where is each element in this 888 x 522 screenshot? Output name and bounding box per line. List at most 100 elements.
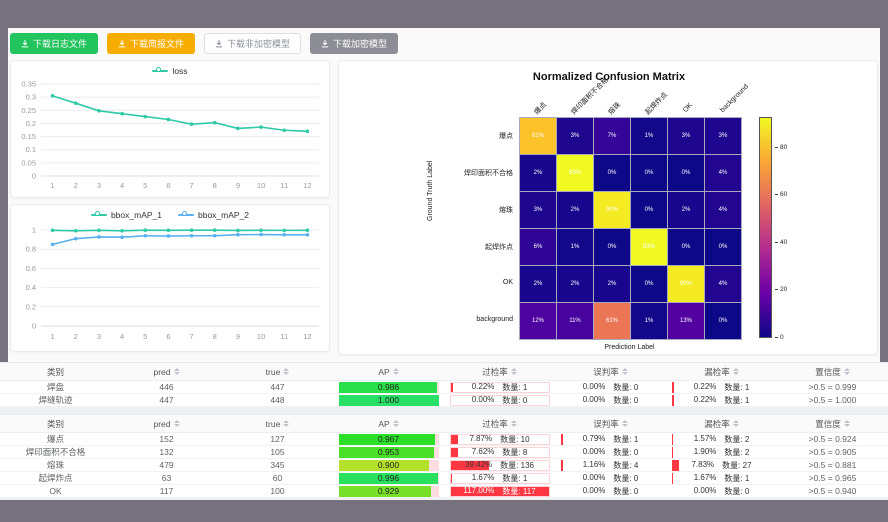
sort-icon[interactable] <box>733 368 739 375</box>
table-row: 爆点1521270.9677.87%数量: 100.79%数量: 11.57%数… <box>0 433 888 446</box>
sort-icon[interactable] <box>622 368 628 375</box>
sort-icon[interactable] <box>511 368 517 375</box>
ap-bar: 0.929 <box>339 486 439 497</box>
sort-icon[interactable] <box>174 368 180 375</box>
sort-icon[interactable] <box>733 420 739 427</box>
svg-text:0.4: 0.4 <box>26 283 36 292</box>
svg-text:3: 3 <box>97 332 101 341</box>
download-button-1[interactable]: 下载日志文件 <box>10 33 98 54</box>
column-header-label: AP <box>378 367 389 377</box>
legend-item-bbox_mAP_1[interactable]: bbox_mAP_1 <box>91 210 162 220</box>
slim-bar: 1.57%数量: 2 <box>672 434 772 445</box>
colorbar-tick: 40 <box>775 239 787 246</box>
download-button-2[interactable]: 下载简报文件 <box>107 33 195 54</box>
svg-text:1: 1 <box>32 226 36 235</box>
column-header-label: 过检率 <box>482 418 508 430</box>
ap-bar: 0.986 <box>339 382 439 393</box>
map-chart-card: bbox_mAP_1bbox_mAP_2 00.20.40.60.8112345… <box>10 204 330 352</box>
cm-y-tick-label: 焊印面积不合格 <box>435 168 513 178</box>
rate-percent: 7.87% <box>469 434 492 445</box>
cm-cell-OK-爆点: 2% <box>520 266 556 302</box>
cell-miss-rate: 0.00%数量: 0 <box>666 485 777 497</box>
sort-icon[interactable] <box>511 420 517 427</box>
cm-cell-background-background: 0% <box>705 303 741 339</box>
cm-cell-爆点-熔珠: 7% <box>594 118 630 154</box>
svg-text:7: 7 <box>189 332 193 341</box>
confusion-matrix[interactable]: 81%3%7%1%3%3%2%93%0%0%0%4%3%2%90%0%2%4%6… <box>519 117 742 340</box>
over-bar: 117.00%数量: 117 <box>450 486 550 497</box>
cell-misjudge-rate: 1.16%数量: 4 <box>555 459 666 471</box>
column-header-label: 漏检率 <box>704 418 730 430</box>
svg-text:1: 1 <box>50 181 54 190</box>
cell-misjudge-rate: 0.00%数量: 0 <box>555 472 666 484</box>
rate-count: 数量: 0 <box>613 395 638 406</box>
slim-bar: 0.00%数量: 0 <box>561 447 661 458</box>
download-button-3[interactable]: 下载非加密模型 <box>204 33 301 54</box>
confusion-matrix-card: Normalized Confusion Matrix Ground Truth… <box>338 60 878 355</box>
column-header-label: 类别 <box>47 366 64 378</box>
cm-cell-焊印面积不合格-焊印面积不合格: 93% <box>557 155 593 191</box>
map-chart[interactable]: 00.20.40.60.81123456789101112 <box>11 220 329 348</box>
over-bar: 0.00%数量: 0 <box>450 395 550 406</box>
sort-icon[interactable] <box>283 368 289 375</box>
column-header-label: true <box>266 367 281 377</box>
rate-percent: 0.00% <box>583 473 606 484</box>
ap-value: 0.953 <box>378 447 399 457</box>
svg-text:8: 8 <box>213 332 217 341</box>
cm-x-tick-label: OK <box>682 102 694 114</box>
cell-pred: 152 <box>111 433 222 445</box>
cell-ap: 0.900 <box>333 459 444 471</box>
column-header-label: pred <box>153 367 170 377</box>
cm-cell-background-OK: 13% <box>668 303 704 339</box>
svg-text:1: 1 <box>50 332 54 341</box>
cm-y-tick-label: 熔珠 <box>435 205 513 215</box>
slim-bar: 0.79%数量: 1 <box>561 434 661 445</box>
svg-text:4: 4 <box>120 332 124 341</box>
ap-value: 0.986 <box>378 382 399 392</box>
cm-cell-起焊炸点-起焊炸点: 93% <box>631 229 667 265</box>
ap-value: 0.996 <box>378 473 399 483</box>
sort-icon[interactable] <box>844 420 850 427</box>
svg-text:2: 2 <box>74 332 78 341</box>
cm-cell-爆点-background: 3% <box>705 118 741 154</box>
sort-icon[interactable] <box>393 420 399 427</box>
rate-count: 数量: 117 <box>502 486 535 497</box>
sort-icon[interactable] <box>174 420 180 427</box>
cell-miss-rate: 1.67%数量: 1 <box>666 472 777 484</box>
over-bar: 7.62%数量: 8 <box>450 447 550 458</box>
column-header-true: true <box>222 363 333 380</box>
cell-miss-rate: 1.90%数量: 2 <box>666 446 777 458</box>
cm-cell-background-起焊炸点: 1% <box>631 303 667 339</box>
download-button-label: 下载非加密模型 <box>227 37 290 50</box>
svg-text:0.15: 0.15 <box>21 132 36 141</box>
download-button-4[interactable]: 下载加密模型 <box>310 33 398 54</box>
column-header-过检率: 过检率 <box>444 363 555 380</box>
cm-cell-爆点-焊印面积不合格: 3% <box>557 118 593 154</box>
svg-text:0.6: 0.6 <box>26 264 36 273</box>
sort-icon[interactable] <box>283 420 289 427</box>
colorbar-tick: 60 <box>775 191 787 198</box>
ap-value: 0.967 <box>378 434 399 444</box>
download-icon <box>215 40 223 48</box>
results-table-1: 类别predtrueAP过检率误判率漏检率置信度焊盘4464470.9860.2… <box>0 362 888 407</box>
ap-bar: 1.000 <box>339 395 439 406</box>
cell-pred: 479 <box>111 459 222 471</box>
column-header-类别: 类别 <box>0 363 111 380</box>
cm-cell-起焊炸点-焊印面积不合格: 1% <box>557 229 593 265</box>
svg-text:5: 5 <box>143 332 147 341</box>
download-icon <box>321 40 329 48</box>
column-header-置信度: 置信度 <box>777 415 888 432</box>
cm-cell-爆点-OK: 3% <box>668 118 704 154</box>
cm-cell-焊印面积不合格-OK: 0% <box>668 155 704 191</box>
legend-item-loss[interactable]: loss <box>152 66 187 76</box>
svg-text:4: 4 <box>120 181 124 190</box>
sort-icon[interactable] <box>393 368 399 375</box>
cm-cell-起焊炸点-熔珠: 0% <box>594 229 630 265</box>
sort-icon[interactable] <box>622 420 628 427</box>
svg-text:0.25: 0.25 <box>21 106 36 115</box>
rate-count: 数量: 2 <box>724 447 749 458</box>
loss-chart[interactable]: 00.050.10.150.20.250.30.3512345678910111… <box>11 76 329 196</box>
sort-icon[interactable] <box>844 368 850 375</box>
legend-item-bbox_mAP_2[interactable]: bbox_mAP_2 <box>178 210 249 220</box>
cell-misjudge-rate: 0.79%数量: 1 <box>555 433 666 445</box>
